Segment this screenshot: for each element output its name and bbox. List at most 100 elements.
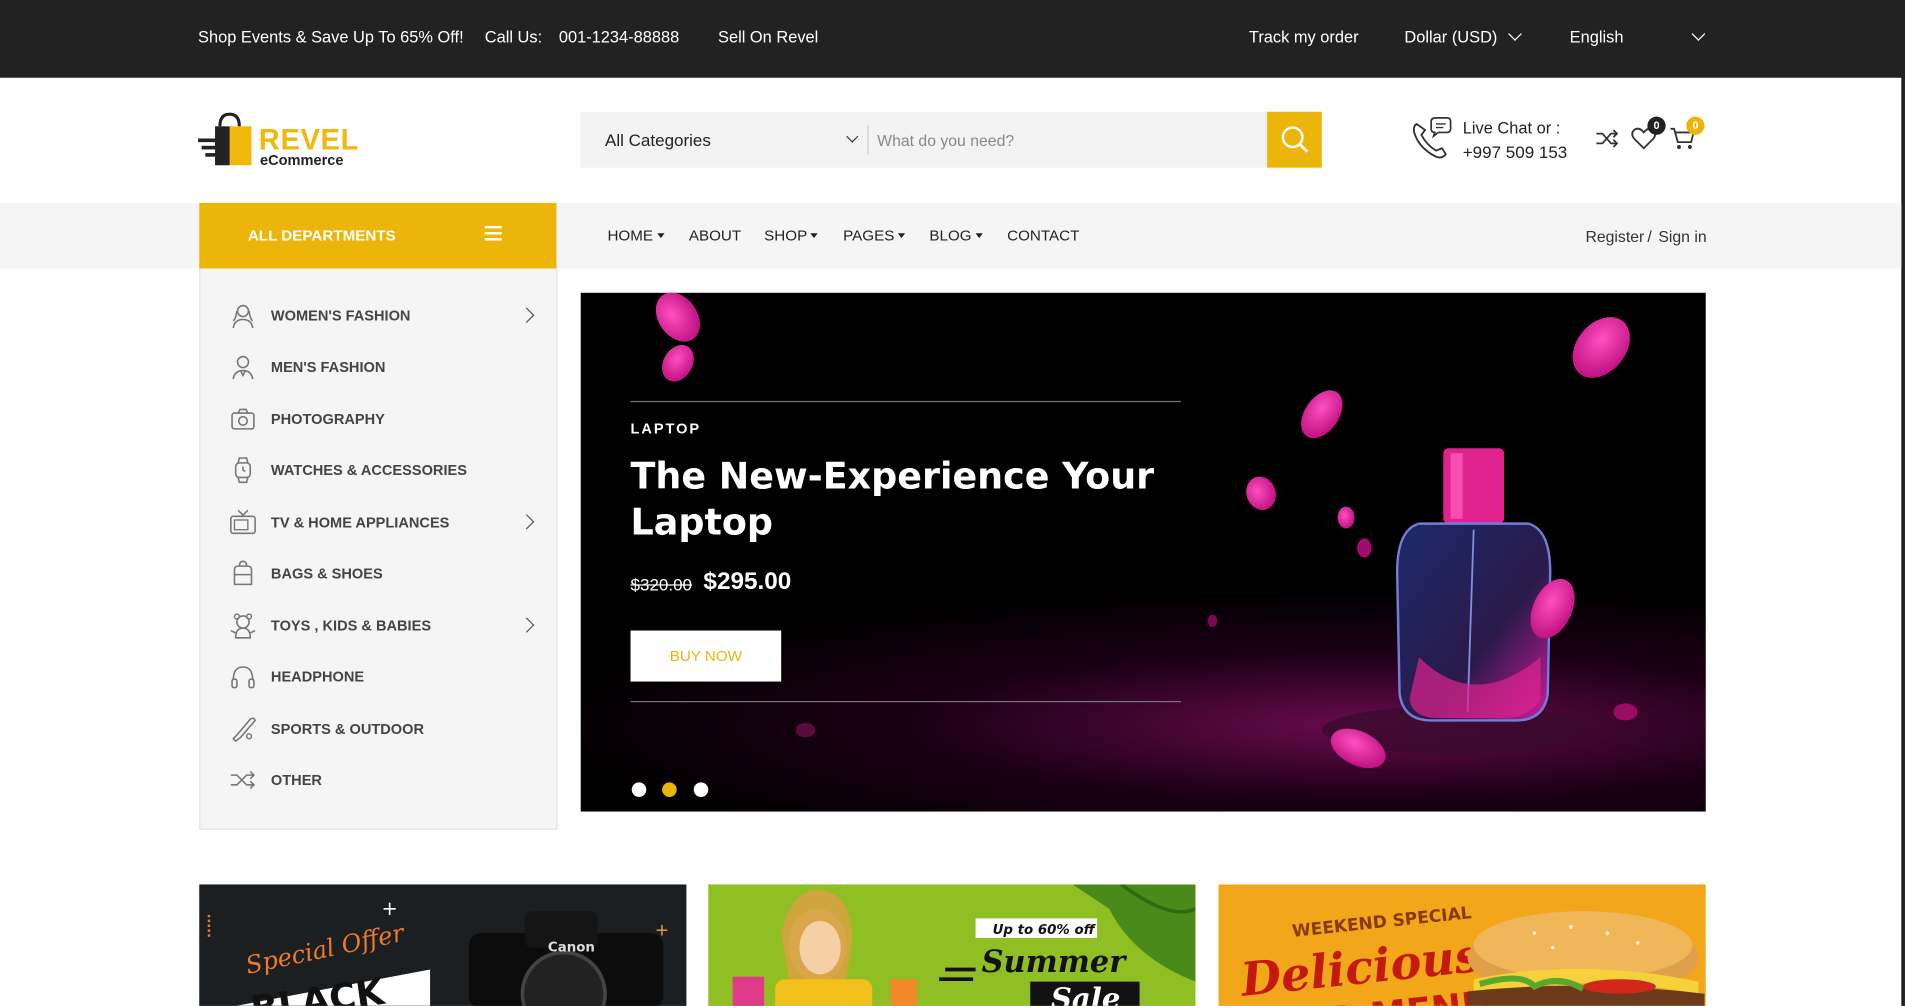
hero-slider: LAPTOP The New-Experience Your Laptop $3… [580,292,1706,812]
woman-icon [232,304,254,329]
language-label: English [1569,27,1624,47]
search-button[interactable] [1267,111,1322,168]
phone-link[interactable]: 001-1234-88888 [559,28,679,46]
banner-2-line3: Sale [1051,981,1121,1006]
chevron-down-icon [1691,27,1706,41]
currency-select[interactable]: Dollar (USD) [1404,27,1522,47]
register-link[interactable]: Register [1585,227,1644,245]
search-icon [1281,126,1309,153]
category-label: HEADPHONE [270,668,365,686]
language-select[interactable]: English [1569,27,1706,47]
banner-black-friday-image: + + Special Offer BLACK Canon [207,897,669,1006]
perfume-image [655,292,1638,769]
sell-link[interactable]: Sell On Revel [718,28,818,46]
chevron-right-icon [518,307,535,323]
call-label: Call Us: [484,27,543,47]
category-label: WOMEN'S FASHION [270,307,411,325]
category-headphone[interactable]: HEADPHONE [200,658,558,694]
banner-1-brand: Canon [548,940,595,955]
promo-text: Shop Events & Save Up To 65% Off! [198,27,464,47]
cart-count-badge: 0 [1686,116,1705,135]
banner-food-menu[interactable]: WEEKEND SPECIAL Delicious FOOD MENU [1218,884,1706,1006]
caret-down-icon [975,233,983,239]
slider-dot-1[interactable] [631,782,647,797]
nav-blog-label: BLOG [929,227,972,245]
toy-icon [230,613,256,639]
camera-icon [231,408,255,430]
nav-home[interactable]: HOME [607,227,664,245]
nav-home-label: HOME [607,227,654,245]
chevron-right-icon [518,617,535,633]
all-departments-button[interactable]: ALL DEPARTMENTS [199,202,557,269]
banner-2-line1: Up to 60% off [993,923,1097,938]
banner-summer-sale-image: Up to 60% off Summer Sale [732,884,1196,1006]
category-tv-home[interactable]: TV & HOME APPLIANCES [200,504,558,540]
nav-contact[interactable]: CONTACT [1007,227,1079,244]
live-chat-phone: +997 509 153 [1462,142,1568,162]
shuffle-icon [230,770,256,790]
nav-pages-label: PAGES [843,227,895,245]
category-label: BAGS & SHOES [270,564,383,582]
watch-icon [234,457,252,484]
man-icon [232,355,254,380]
category-label: MEN'S FASHION [270,358,386,376]
category-watches[interactable]: WATCHES & ACCESSORIES [200,452,558,488]
tv-icon [230,509,256,535]
auth-separator: / [1647,227,1652,246]
live-chat-label: Live Chat or : [1462,119,1561,138]
banner-2-line2: Summer [982,944,1128,980]
hero-old-price: $320.00 [630,574,693,595]
page-edge [1901,0,1905,1006]
wishlist-button[interactable]: 0 [1630,116,1666,152]
category-photography[interactable]: PHOTOGRAPHY [200,401,558,437]
cart-button[interactable]: 0 [1669,116,1705,152]
shopping-bag-logo-icon [198,112,252,166]
category-bags-shoes[interactable]: BAGS & SHOES [200,555,558,591]
category-label: TV & HOME APPLIANCES [270,513,450,531]
nav-blog[interactable]: BLOG [929,227,983,245]
svg-text:+: + [381,897,397,920]
category-mens-fashion[interactable]: MEN'S FASHION [200,349,558,385]
banner-food-menu-image: WEEKEND SPECIAL Delicious FOOD MENU [1236,903,1705,1006]
nav-shop[interactable]: SHOP [764,227,819,244]
hero-new-price: $295.00 [703,568,792,596]
chevron-right-icon [518,514,535,530]
nav-pages[interactable]: PAGES [843,227,906,245]
slider-dot-3[interactable] [693,782,709,797]
wishlist-count-badge: 0 [1647,116,1666,135]
category-label: OTHER [270,771,322,789]
hero-divider-bottom [630,700,1181,703]
category-sports[interactable]: SPORTS & OUTDOOR [200,711,558,747]
search-input[interactable] [877,111,1266,168]
caret-down-icon [898,233,906,239]
logo-subtitle: eCommerce [259,151,344,169]
live-chat[interactable]: Live Chat or : +997 509 153 [1409,116,1579,166]
category-womens-fashion[interactable]: WOMEN'S FASHION [200,298,558,334]
hero-divider-top [630,400,1181,403]
all-departments-label: ALL DEPARTMENTS [247,227,396,245]
phone-chat-icon [1412,116,1452,159]
compare-button[interactable] [1594,125,1621,152]
category-toys-kids[interactable]: TOYS , KIDS & BABIES [200,607,558,643]
chevron-down-icon [1507,27,1522,41]
slider-dot-2[interactable] [662,782,677,797]
bat-icon [232,717,257,743]
search-bar: All Categories [580,111,1322,168]
banner-black-friday[interactable]: + + Special Offer BLACK Canon [199,884,687,1006]
caret-down-icon [810,233,819,239]
track-order-link[interactable]: Track my order [1249,28,1359,46]
category-select[interactable]: All Categories [605,130,711,149]
logo[interactable]: REVEL eCommerce [198,112,358,170]
chevron-down-icon[interactable] [846,130,859,143]
category-other[interactable]: OTHER [200,762,558,798]
currency-label: Dollar (USD) [1404,27,1498,47]
category-label: WATCHES & ACCESSORIES [270,461,467,479]
signin-link[interactable]: Sign in [1658,227,1706,245]
banner-summer-sale[interactable]: Up to 60% off Summer Sale [708,884,1196,1006]
shuffle-icon [1596,129,1619,148]
buy-now-button[interactable]: BUY NOW [630,630,782,682]
category-label: TOYS , KIDS & BABIES [270,617,432,635]
nav-about[interactable]: ABOUT [689,227,741,244]
top-bar: Shop Events & Save Up To 65% Off! Call U… [0,0,1905,78]
banner-1-line1: Special Offer [243,918,408,980]
